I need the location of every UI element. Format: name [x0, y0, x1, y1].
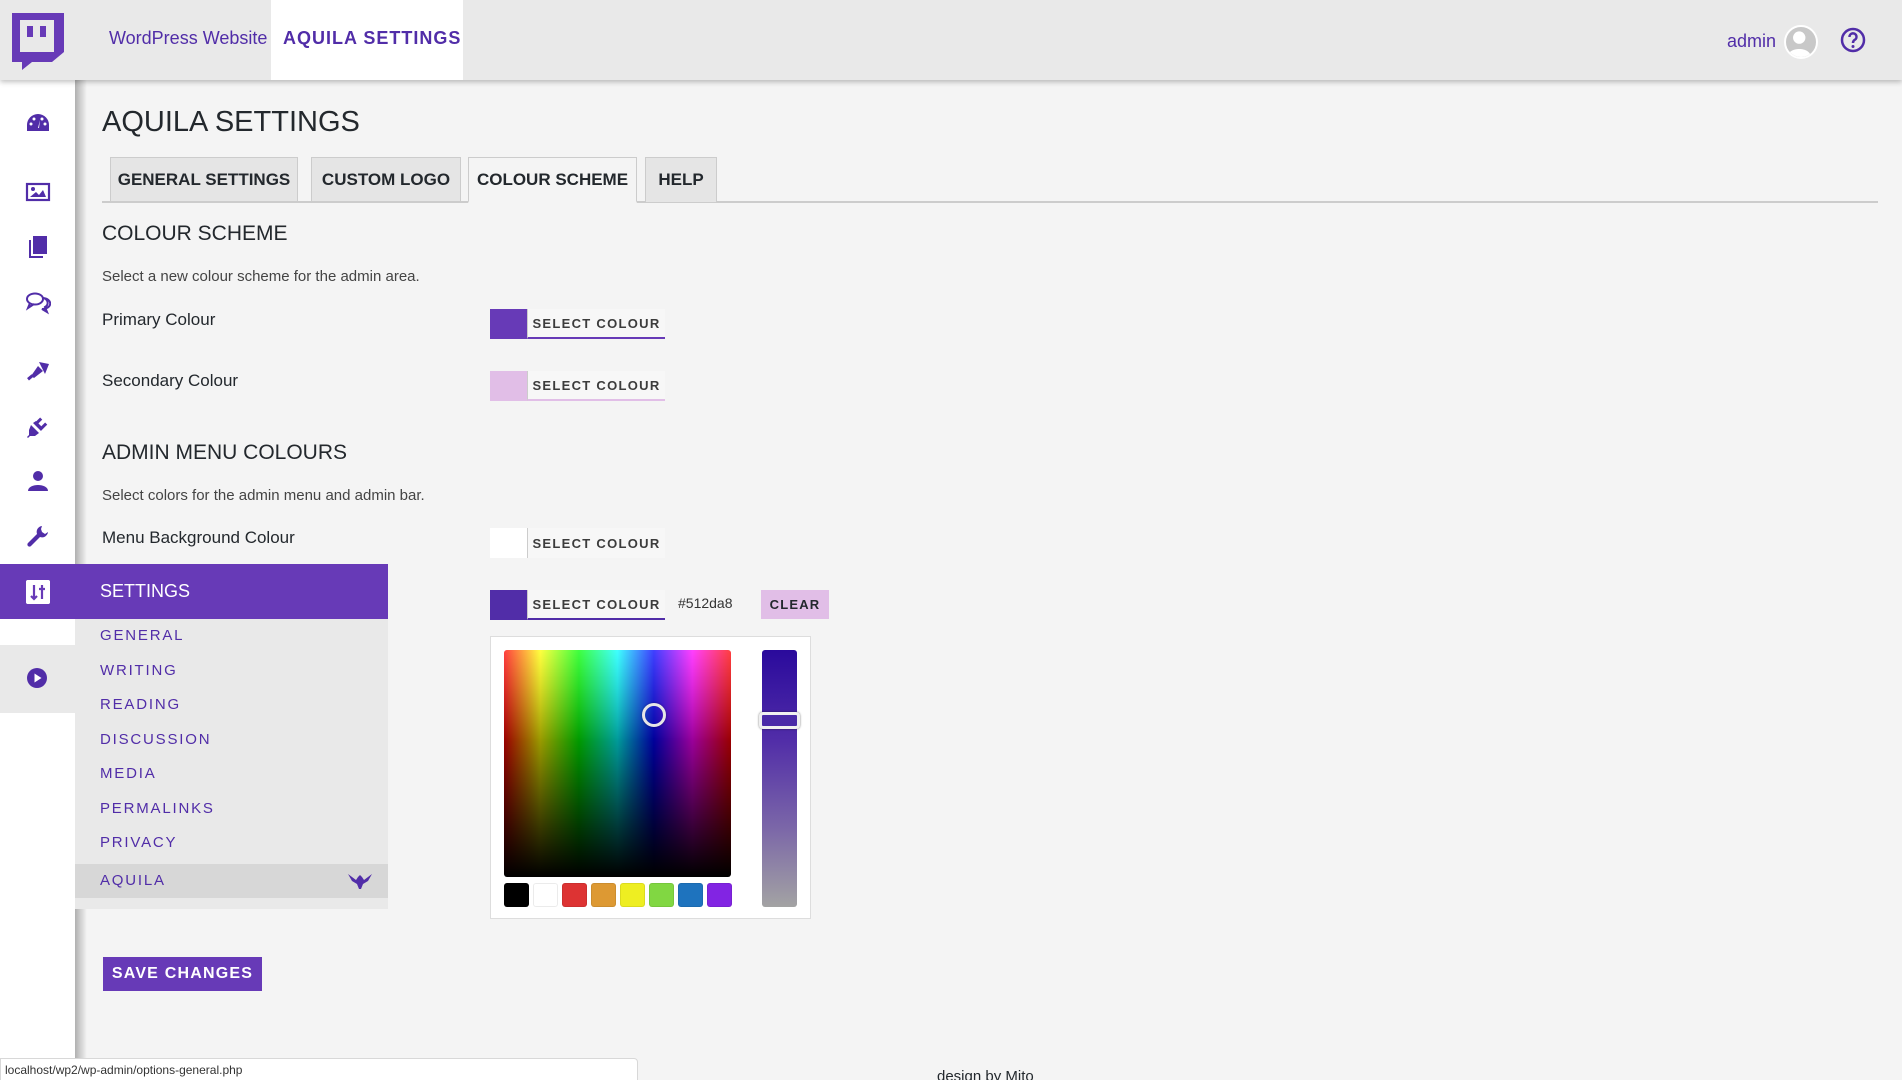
primary-colour-label: Primary Colour [102, 310, 216, 329]
tabs-divider [102, 201, 1878, 203]
color-palette [504, 883, 732, 907]
admin-menu-colours-description: Select colors for the admin menu and adm… [102, 487, 425, 504]
hue-slider[interactable] [762, 650, 797, 907]
current-page-label: AQUILA SETTINGS [283, 28, 462, 48]
submenu-item-general[interactable]: GENERAL [75, 619, 388, 653]
play-icon [27, 668, 47, 688]
palette-swatch-7[interactable] [707, 883, 732, 907]
users-icon[interactable] [24, 467, 52, 495]
status-bar-url: localhost/wp2/wp-admin/options-general.p… [0, 1058, 638, 1080]
secondary-colour-label: Secondary Colour [102, 371, 239, 390]
primary-colour-swatch [490, 309, 527, 339]
sidebar-item-extra[interactable] [0, 645, 75, 713]
current-page-tab[interactable]: AQUILA SETTINGS [271, 0, 463, 80]
tab-custom-logo[interactable]: CUSTOM LOGO [311, 157, 461, 202]
colour-scheme-heading: COLOUR SCHEME [102, 222, 288, 245]
tab-general-settings[interactable]: GENERAL SETTINGS [110, 157, 298, 202]
palette-swatch-2[interactable] [562, 883, 587, 907]
settings-icon [26, 580, 50, 604]
primary-select-colour-label: SELECT COLOUR [527, 309, 665, 339]
palette-swatch-4[interactable] [620, 883, 645, 907]
eagle-icon [348, 874, 372, 889]
submenu-item-privacy[interactable]: PRIVACY [75, 826, 388, 860]
menu-background-colour-picker-button[interactable]: SELECT COLOUR [490, 528, 665, 558]
dashboard-icon[interactable] [24, 110, 52, 138]
palette-swatch-0[interactable] [504, 883, 529, 907]
palette-swatch-5[interactable] [649, 883, 674, 907]
settings-submenu: GENERAL WRITING READING DISCUSSION MEDIA… [75, 619, 388, 909]
tools-icon[interactable] [24, 522, 52, 550]
tab-colour-scheme[interactable]: COLOUR SCHEME [468, 157, 637, 203]
saturation-value-square[interactable] [504, 650, 731, 877]
primary-colour-picker-button[interactable]: SELECT COLOUR [490, 309, 665, 339]
color-picker-handle[interactable] [642, 703, 666, 727]
user-silhouette-icon [1787, 31, 1811, 57]
clear-colour-button[interactable]: CLEAR [761, 590, 829, 619]
palette-swatch-3[interactable] [591, 883, 616, 907]
submenu-item-aquila-label: AQUILA [100, 872, 166, 889]
avatar[interactable] [1784, 25, 1818, 59]
save-changes-button[interactable]: SAVE CHANGES [103, 957, 262, 991]
settings-label: SETTINGS [100, 581, 191, 601]
appearance-icon[interactable] [24, 357, 52, 385]
secondary-colour-picker-button[interactable]: SELECT COLOUR [490, 371, 665, 401]
site-name-link[interactable]: WordPress Website [109, 28, 267, 49]
menu-background-select-colour-label: SELECT COLOUR [527, 528, 665, 558]
help-icon[interactable] [1840, 27, 1866, 53]
plugins-icon[interactable] [24, 412, 52, 440]
color-picker-panel [490, 636, 811, 919]
menu-background-swatch [490, 528, 527, 558]
site-logo-icon[interactable] [8, 10, 68, 72]
comments-icon[interactable] [24, 288, 52, 316]
admin-menu-colours-heading: ADMIN MENU COLOURS [102, 441, 348, 464]
submenu-item-reading[interactable]: READING [75, 688, 388, 722]
submenu-item-aquila[interactable]: AQUILA [75, 864, 388, 898]
menu-text-select-colour-label: SELECT COLOUR [527, 590, 665, 620]
secondary-colour-swatch [490, 371, 527, 401]
submenu-item-writing[interactable]: WRITING [75, 654, 388, 688]
hue-slider-handle[interactable] [759, 712, 800, 729]
pages-icon[interactable] [24, 233, 52, 261]
hex-colour-input[interactable]: #512da8 [678, 595, 733, 611]
admin-top-bar: WordPress Website AQUILA SETTINGS admin [0, 0, 1902, 80]
media-icon[interactable] [24, 178, 52, 206]
palette-swatch-6[interactable] [678, 883, 703, 907]
menu-text-colour-picker-button[interactable]: SELECT COLOUR [490, 590, 665, 620]
palette-swatch-1[interactable] [533, 883, 558, 907]
secondary-select-colour-label: SELECT COLOUR [527, 371, 665, 401]
user-name[interactable]: admin [1727, 31, 1776, 52]
menu-text-colour-swatch [490, 590, 527, 620]
colour-scheme-description: Select a new colour scheme for the admin… [102, 268, 420, 285]
sidebar-item-settings[interactable]: SETTINGS [0, 564, 388, 619]
footer-credit: design by Mito [937, 1068, 1034, 1080]
menu-background-colour-label: Menu Background Colour [102, 528, 295, 547]
tab-help[interactable]: HELP [645, 157, 717, 202]
page-title: AQUILA SETTINGS [102, 106, 360, 138]
submenu-item-permalinks[interactable]: PERMALINKS [75, 792, 388, 826]
submenu-item-discussion[interactable]: DISCUSSION [75, 723, 388, 757]
submenu-item-media[interactable]: MEDIA [75, 757, 388, 791]
